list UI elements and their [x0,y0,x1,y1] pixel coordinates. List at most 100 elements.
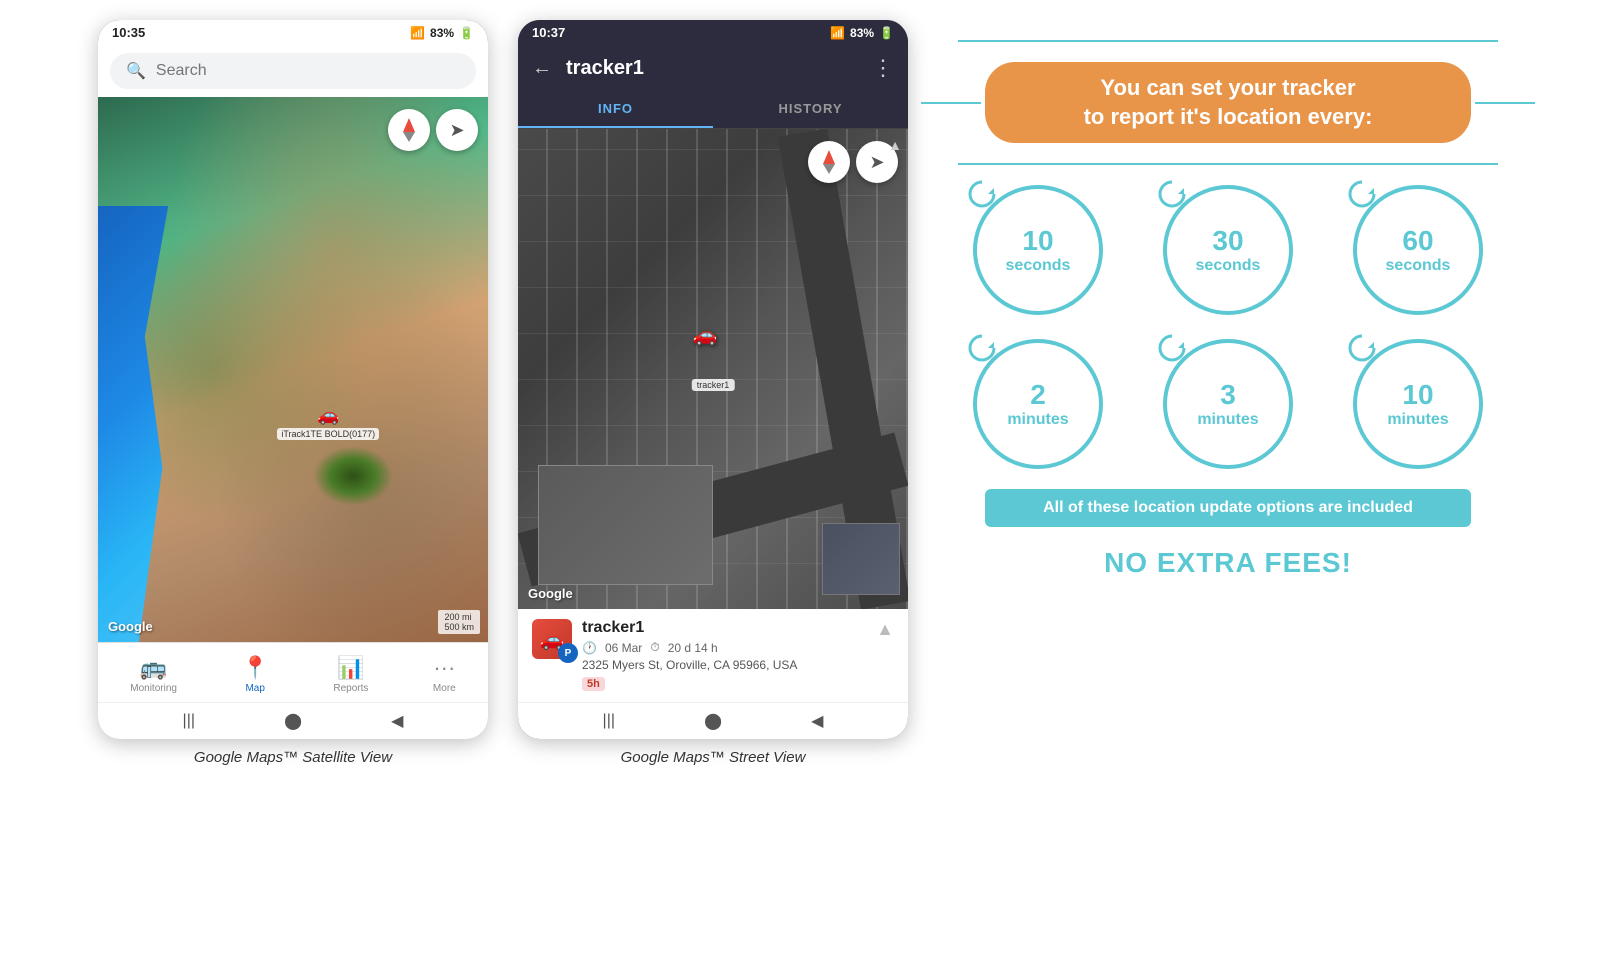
interval-10m: 10 minutes [1338,339,1498,469]
monitoring-icon: 🚌 [140,655,167,681]
phone2-battery: 83% [850,26,874,40]
tab-info[interactable]: INFO [518,91,713,128]
map-icon: 📍 [241,655,268,681]
aerial-compass[interactable] [808,141,850,183]
tracker-title: tracker1 [566,57,858,80]
android-back-button[interactable]: ||| [183,712,195,730]
bottom-navigation: 🚌 Monitoring 📍 Map 📊 Reports ··· More [98,642,488,702]
reports-icon: 📊 [337,655,364,681]
circle-30s-sub: seconds [1196,257,1261,275]
phone2-time: 10:37 [532,25,565,40]
circle-3m-sub: minutes [1197,411,1258,429]
circle-10m-arrow [1348,334,1376,362]
phone2-android-recents[interactable]: ◀ [811,711,823,731]
phone2-android-home[interactable]: ⬤ [704,711,722,731]
phone1-battery-icon: 🔋 [459,26,474,40]
aerial-map[interactable]: ➤ 🚗 tracker1 Google ▲ [518,129,908,609]
circle-10m-main: 10 [1402,380,1433,411]
circle-10m-sub: minutes [1387,411,1448,429]
tracker-label: iTrack1TE BOLD(0177) [277,428,379,440]
nav-monitoring[interactable]: 🚌 Monitoring [118,651,189,698]
aerial-nav-icon: ➤ [869,152,884,173]
interval-circles-grid: 10 seconds 30 seconds [958,185,1498,469]
phone2-header: ← tracker1 ⋮ [518,45,908,91]
interval-10s: 10 seconds [958,185,1118,315]
map-trees [313,446,393,506]
clock-icon: 🕐 [582,641,597,655]
header-line1: You can set your tracker [1009,74,1447,103]
circle-30s-arrow [1158,180,1186,208]
top-teal-line [958,40,1498,42]
timer-icon: ⏱ [650,640,659,655]
no-extra-fees-text: NO EXTRA FEES! [1104,547,1352,579]
scale-text-km: 500 km [444,622,474,632]
search-bar: 🔍 [98,45,488,97]
search-input[interactable] [156,62,460,80]
tracker-date: 06 Mar [605,641,642,655]
aerial-building1 [538,465,714,585]
tracker-address: 2325 Myers St, Oroville, CA 95966, USA [582,658,866,672]
circle-60s-main: 60 [1402,226,1433,257]
compass-button[interactable] [388,109,430,151]
phone1-battery: 83% [430,26,454,40]
nav-map[interactable]: 📍 Map [229,651,280,698]
more-icon: ··· [433,655,455,681]
infographic-panel: You can set your tracker to report it's … [938,20,1518,599]
circle-10s-sub: seconds [1006,257,1071,275]
search-icon: 🔍 [126,61,146,81]
middle-teal-line [958,163,1498,165]
android-recents-button[interactable]: ◀ [391,711,403,731]
phone1-mockup: 10:35 📶 83% 🔋 🔍 [98,20,488,739]
back-button[interactable]: ← [532,57,552,80]
parking-badge: P [558,643,578,663]
tracker-icon-wrapper: 🚗 P [532,619,572,659]
circle-3m-arrow [1158,334,1186,362]
map-terrain [98,97,488,642]
interval-3m: 3 minutes [1148,339,1308,469]
circle-30s-main: 30 [1212,226,1243,257]
phone2-mockup: 10:37 📶 83% 🔋 ← tracker1 ⋮ INFO HISTORY [518,20,908,739]
info-panel-up-button[interactable]: ▲ [876,619,894,640]
phone2-signal: 📶 [830,26,845,40]
circle-2m-main: 2 [1030,380,1046,411]
aerial-compass-south [823,164,835,174]
satellite-map[interactable]: ➤ 🚗 iTrack1TE BOLD(0177) Google 200 mi 5… [98,97,488,642]
nav-reports[interactable]: 📊 Reports [321,651,380,698]
circle-2m-arrow [968,334,996,362]
tab-history-label: HISTORY [778,101,842,116]
info-header-banner: You can set your tracker to report it's … [985,62,1471,143]
tab-history[interactable]: HISTORY [713,91,908,128]
phone1-status-bar: 10:35 📶 83% 🔋 [98,20,488,45]
aerial-tracker-label: tracker1 [692,379,735,391]
scale-text: 200 mi [444,612,474,622]
phone2-android-back[interactable]: ||| [603,712,615,730]
circle-2m-wrap: 2 minutes [973,339,1103,469]
aerial-car-marker: 🚗 [693,323,718,348]
more-menu-button[interactable]: ⋮ [872,55,894,81]
search-wrapper[interactable]: 🔍 [110,53,476,89]
tracker-meta: 🕐 06 Mar ⏱ 20 d 14 h [582,640,866,655]
android-home-button[interactable]: ⬤ [284,711,302,731]
nav-more[interactable]: ··· More [421,651,468,698]
map-label: Map [245,683,264,694]
phone2-caption: Google Maps™ Street View [621,749,806,766]
header-line2: to report it's location every: [1009,103,1447,132]
phone1-time: 10:35 [112,25,145,40]
circle-3m-wrap: 3 minutes [1163,339,1293,469]
tracker-marker[interactable]: 🚗 iTrack1TE BOLD(0177) [277,405,379,440]
compass-needle [403,118,415,142]
aerial-compass-needle [823,150,835,174]
circle-60s-arrow [1348,180,1376,208]
phone1-caption: Google Maps™ Satellite View [194,749,392,766]
circle-3m-main: 3 [1220,380,1236,411]
map-navigation-button[interactable]: ➤ [436,109,478,151]
compass-south [403,132,415,142]
tracker-time-badge: 5h [582,677,605,691]
circle-10s-wrap: 10 seconds [973,185,1103,315]
more-label: More [433,683,456,694]
google-logo: Google [108,619,153,634]
circle-60s-sub: seconds [1386,257,1451,275]
panel-up-button[interactable]: ▲ [888,137,902,153]
circle-10m-wrap: 10 minutes [1353,339,1483,469]
monitoring-label: Monitoring [130,683,177,694]
